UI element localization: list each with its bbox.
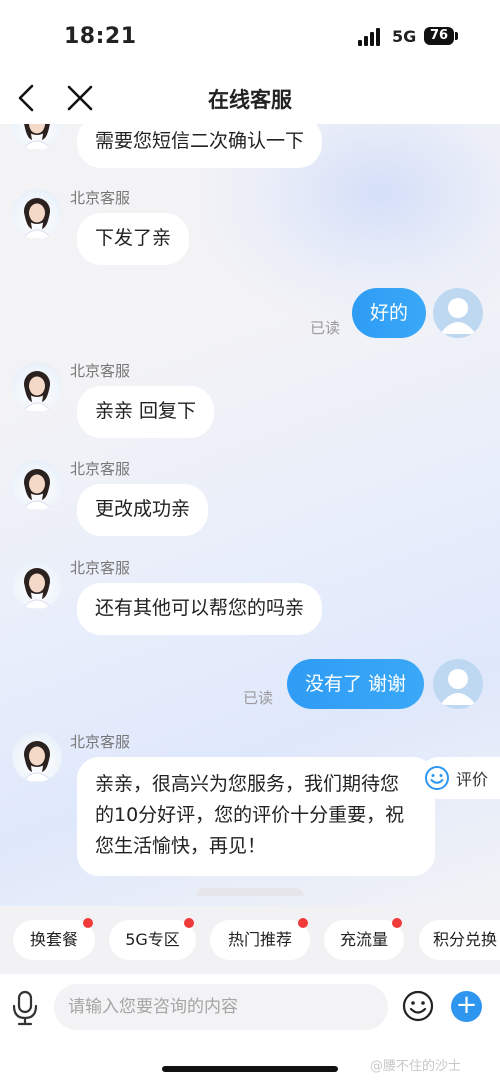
message-bubble: 还有其他可以帮您的吗亲 xyxy=(77,583,323,635)
agent-name: 北京客服 xyxy=(70,559,131,577)
chat-area[interactable]: 需要您短信二次确认一下 北京客服 下发了亲 已读 好的 北京客服 亲亲 回复下 … xyxy=(0,124,500,906)
message-bubble: 更改成功亲 xyxy=(77,484,209,536)
chip-label: 积分兑换 xyxy=(433,930,498,949)
quick-reply-chip[interactable]: 积分兑换 xyxy=(419,920,500,960)
quick-reply-chip[interactable]: 换套餐 xyxy=(13,918,95,960)
watermark: @腰不住的沙士 xyxy=(370,1059,462,1074)
notification-dot xyxy=(298,918,308,928)
rate-label: 评价 xyxy=(456,770,489,789)
read-status: 已读 xyxy=(243,689,274,707)
user-message-bubble: 没有了 谢谢 xyxy=(287,659,425,709)
home-indicator[interactable] xyxy=(162,1066,338,1072)
message-bubble: 亲亲，很高兴为您服务，我们期待您的10分好评，您的评价十分重要，祝您生活愉快，再… xyxy=(77,757,435,876)
agent-name: 北京客服 xyxy=(70,189,131,207)
message-bubble: 下发了亲 xyxy=(77,213,190,265)
notification-dot xyxy=(83,918,93,928)
chip-label: 热门推荐 xyxy=(227,930,292,949)
user-avatar xyxy=(433,659,483,709)
smiley-icon xyxy=(425,766,449,790)
chip-label: 充流量 xyxy=(339,930,388,949)
quick-reply-bar: 换套餐 5G专区 热门推荐 充流量 积分兑换 xyxy=(0,906,500,974)
agent-avatar xyxy=(12,559,62,609)
scroll-handle[interactable] xyxy=(196,888,304,896)
notification-dot xyxy=(392,918,402,928)
quick-reply-chip[interactable]: 充流量 xyxy=(324,918,404,960)
emoji-icon[interactable] xyxy=(402,990,434,1022)
nav-bar: 在线客服 xyxy=(0,72,500,124)
agent-name: 北京客服 xyxy=(70,460,131,478)
message-bubble: 亲亲 回复下 xyxy=(77,386,215,438)
network-type: 5G xyxy=(392,27,417,46)
user-avatar xyxy=(433,288,483,338)
agent-avatar xyxy=(12,460,62,510)
agent-avatar xyxy=(12,732,62,782)
agent-name: 北京客服 xyxy=(70,362,131,380)
page-title: 在线客服 xyxy=(208,88,292,112)
rate-button[interactable]: 评价 xyxy=(418,757,500,799)
agent-avatar xyxy=(12,189,62,239)
message-bubble: 需要您短信二次确认一下 xyxy=(77,124,323,168)
message-input[interactable] xyxy=(54,984,388,1030)
microphone-icon[interactable] xyxy=(10,990,40,1026)
notification-dot xyxy=(184,918,194,928)
agent-avatar xyxy=(12,362,62,412)
agent-avatar xyxy=(12,124,62,150)
agent-name: 北京客服 xyxy=(70,733,131,751)
status-time: 18:21 xyxy=(64,24,137,49)
user-message-bubble: 好的 xyxy=(352,288,427,338)
status-bar: 18:21 5G 76 xyxy=(0,0,500,72)
chip-label: 换套餐 xyxy=(29,930,78,949)
quick-reply-chip[interactable]: 热门推荐 xyxy=(210,918,310,960)
quick-reply-chip[interactable]: 5G专区 xyxy=(109,918,196,960)
add-icon[interactable]: + xyxy=(451,991,482,1022)
chip-label: 5G专区 xyxy=(125,930,180,949)
battery-tip xyxy=(455,32,458,40)
signal-icon xyxy=(358,28,382,46)
read-status: 已读 xyxy=(310,319,341,337)
battery-icon: 76 xyxy=(424,27,454,45)
